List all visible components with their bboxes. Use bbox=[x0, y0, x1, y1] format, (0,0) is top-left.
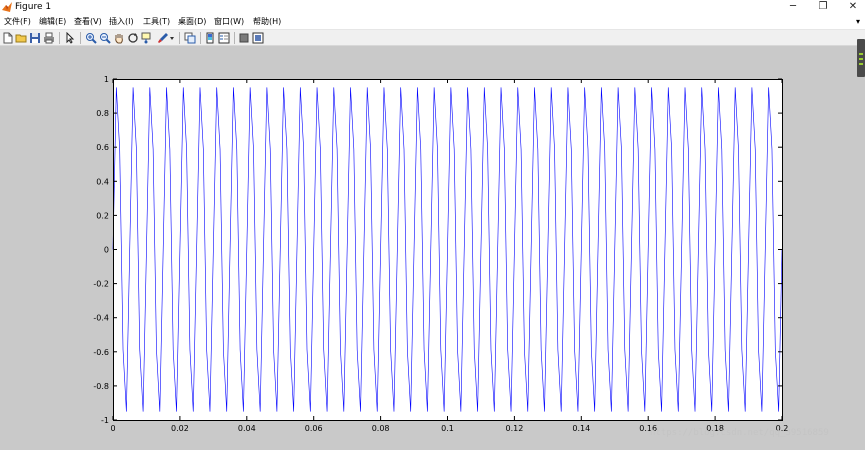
y-tick-label: 0.6 bbox=[96, 143, 109, 152]
x-tick-label: 0.06 bbox=[305, 424, 323, 433]
y-tick-label: 0.8 bbox=[96, 109, 109, 118]
y-tick-label: -1 bbox=[101, 416, 109, 425]
x-tick-label: 0.08 bbox=[372, 424, 390, 433]
y-tick-label: 1 bbox=[104, 75, 109, 84]
x-tick-label: 0.12 bbox=[505, 424, 523, 433]
x-tick-label: 0 bbox=[110, 424, 115, 433]
y-tick-label: -0.6 bbox=[93, 348, 109, 357]
y-tick-label: 0.4 bbox=[96, 177, 109, 186]
y-tick-label: -0.4 bbox=[93, 314, 109, 323]
x-tick-label: 0.04 bbox=[238, 424, 256, 433]
x-tick-label: 0.1 bbox=[441, 424, 454, 433]
x-tick-label: 0.14 bbox=[572, 424, 590, 433]
y-tick-label: 0.2 bbox=[96, 211, 109, 220]
y-tick-label: -0.2 bbox=[93, 280, 109, 289]
y-tick-label: 0 bbox=[104, 246, 109, 255]
plot-svg: 0 0.02 0.04 0.06 0.08 0.1 0.12 0.14 0.16 0.18 0.2-… bbox=[93, 75, 788, 433]
y-tick-label: -0.8 bbox=[93, 382, 109, 391]
watermark: https://blog.csdn.net/qq_39516859 bbox=[650, 428, 829, 438]
x-tick-label: 0.02 bbox=[171, 424, 189, 433]
